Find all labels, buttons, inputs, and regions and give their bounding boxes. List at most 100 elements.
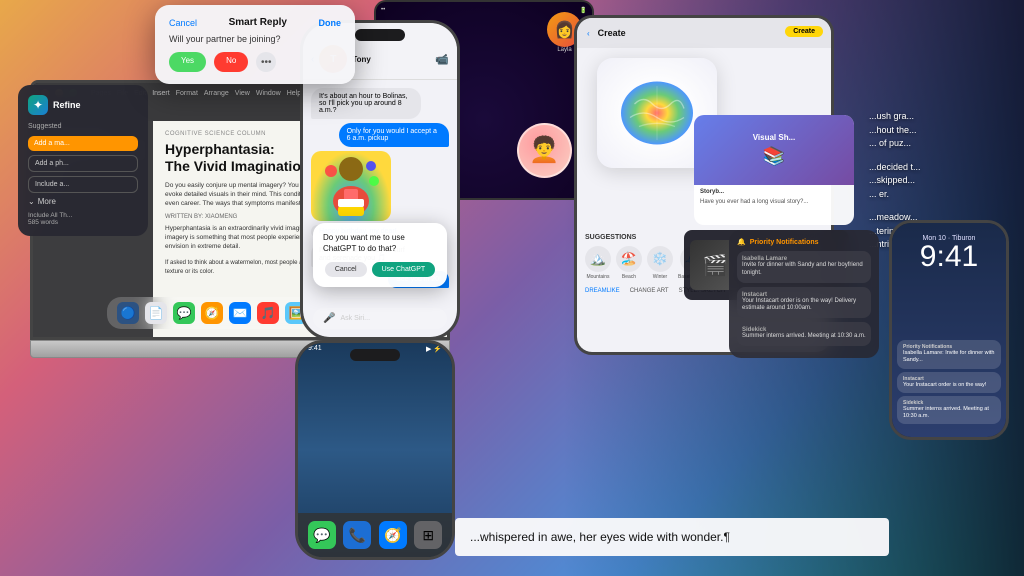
outgoing-msg-1: Only for you would I accept a 6 a.m. pic… [339, 123, 449, 147]
chevron-down-icon: ⌄ [28, 197, 35, 206]
chatgpt-buttons: Cancel Use ChatGPT [323, 262, 437, 277]
dock-icon-safari[interactable]: 🧭 [201, 302, 223, 324]
siri-text: Ask Siri... [340, 315, 370, 322]
lock-notif-3: Sidekick Summer interns arrived. Meeting… [897, 396, 1001, 424]
lock-screen-content: Mon 10 · Tiburon 9:41 Priority Notificat… [892, 223, 1006, 437]
right-text-5: ...skipped... [869, 174, 1014, 188]
siri-bar[interactable]: 🎤 Ask Siri... [313, 308, 447, 329]
beach-icon: 🏖️ [616, 246, 642, 272]
bell-icon: 🔔 [737, 238, 746, 246]
status-time: 9:41 [308, 345, 322, 353]
right-text-1: ...ush gra... [869, 110, 1014, 124]
right-text-4: ...decided t... [869, 161, 1014, 175]
smart-reply-more-btn[interactable]: ••• [256, 52, 276, 72]
visual-story-panel: Visual Sh... 📚 Storyb... Have you ever h… [694, 115, 854, 225]
dock-messages[interactable]: 💬 [308, 521, 336, 549]
iphone-home-screen: 9:41 ▶ ⚡ MON 10 9:41 📹 FaceTime 📅 Calend… [298, 343, 452, 557]
mountains-label: Mountains [586, 274, 609, 280]
dock-safari[interactable]: 🧭 [379, 521, 407, 549]
priority-notif-label: Priority Notifications [750, 239, 819, 246]
lock-notifications: Priority Notifications Isabella Lamare: … [897, 340, 1001, 427]
add-photo-btn[interactable]: Add a ph... [28, 155, 138, 172]
smart-reply-done-btn[interactable]: Done [319, 18, 342, 28]
ipad-back-icon[interactable]: ‹ [587, 29, 590, 38]
notif-text-3: Summer interns arrived. Meeting at 10:30… [742, 333, 866, 341]
bottom-text-passage: ...whispered in awe, her eyes wide with … [455, 518, 889, 556]
menu-window[interactable]: Window [256, 90, 281, 97]
birthday-illustration [311, 151, 391, 221]
smart-reply-yes-btn[interactable]: Yes [169, 52, 206, 72]
notifications-panel: 🔔 Priority Notifications Isabella Lamare… [729, 230, 879, 358]
create-button[interactable]: Create [785, 26, 823, 37]
contact-name: Tony [352, 55, 371, 64]
iphone-lock-screen: Mon 10 · Tiburon 9:41 Priority Notificat… [889, 220, 1009, 440]
menu-insert[interactable]: Insert [152, 90, 170, 97]
chatgpt-cancel-btn[interactable]: Cancel [325, 262, 367, 277]
refine-logo-text: Refine [53, 100, 81, 110]
video-call-icon[interactable]: 📹 [435, 53, 449, 66]
chatgpt-use-btn[interactable]: Use ChatGPT [372, 262, 436, 277]
3d-avatar: 🧑‍🦱 [517, 123, 572, 178]
lock-notif-text-3: Summer interns arrived. Meeting at 10:30… [903, 406, 995, 420]
visual-story-image: Visual Sh... 📚 [694, 115, 854, 185]
notif-item-3: Sidekick Summer interns arrived. Meeting… [737, 322, 871, 346]
right-text-3: ... of puz... [869, 137, 1014, 151]
contact-info: Tony [352, 55, 371, 64]
visual-story-label: Visual Sh... [753, 133, 796, 142]
story-title-label: Storyb... [700, 189, 848, 197]
dock-icon-music[interactable]: 🎵 [257, 302, 279, 324]
suggested-label: Suggested [28, 123, 138, 130]
birthday-image [311, 151, 391, 221]
iphone-dock: 💬 📞 🧭 ⊞ [298, 513, 452, 557]
iphone-home: 9:41 ▶ ⚡ MON 10 9:41 📹 FaceTime 📅 Calend… [295, 340, 455, 560]
notifications-header: 🔔 Priority Notifications [737, 238, 871, 246]
more-label: More [38, 197, 56, 206]
smart-reply-cancel-btn[interactable]: Cancel [169, 18, 197, 28]
smart-reply-title: Smart Reply [229, 17, 287, 28]
add-material-btn[interactable]: Add a ma... [28, 136, 138, 151]
chatgpt-question: Do you want me to use ChatGPT to do that… [323, 233, 437, 254]
include-btn[interactable]: Include a... [28, 176, 138, 193]
siri-icon: 🎤 [323, 313, 335, 324]
refine-panel: ✦ Refine Suggested Add a ma... Add a ph.… [18, 85, 148, 236]
more-button[interactable]: ⌄ More [28, 197, 138, 206]
chip-mountains[interactable]: 🏔️ Mountains [585, 246, 611, 280]
visual-story-description: Storyb... Have you ever had a long visua… [694, 185, 854, 211]
change-art-option[interactable]: CHANGE ART [630, 288, 669, 294]
dock-icon-pages[interactable]: 📄 [145, 302, 167, 324]
story-icon: 📚 [753, 146, 796, 167]
smart-reply-no-btn[interactable]: No [214, 52, 248, 72]
dock-icon-finder[interactable]: 🔵 [117, 302, 139, 324]
chip-beach[interactable]: 🏖️ Beach [616, 246, 642, 280]
ipad-title: Create [598, 28, 626, 38]
smart-reply-header: Cancel Smart Reply Done [169, 17, 341, 28]
dreamlike-option[interactable]: DREAMLIKE [585, 288, 620, 294]
devices-container: Pages File Edit Insert Format Arrange Vi… [0, 0, 1024, 576]
lock-notif-1: Priority Notifications Isabella Lamare: … [897, 340, 1001, 368]
lock-time: 9:41 [892, 242, 1006, 272]
menu-arrange[interactable]: Arrange [204, 90, 229, 97]
smart-reply-options: Yes No ••• [169, 52, 341, 72]
menu-help[interactable]: Help [287, 90, 301, 97]
lock-notif-2: Instacart Your Instacart order is on the… [897, 372, 1001, 393]
dock-phone[interactable]: 📞 [343, 521, 371, 549]
passage-text: ...whispered in awe, her eyes wide with … [470, 530, 730, 544]
dock-icon-messages[interactable]: 💬 [173, 302, 195, 324]
notif-text-2: Your Instacart order is on the way! Deli… [742, 298, 866, 314]
dock-apps[interactable]: ⊞ [414, 521, 442, 549]
smart-reply-question: Will your partner be joining? [169, 34, 341, 44]
openai-icon: ✦ [28, 95, 48, 115]
menu-view[interactable]: View [235, 90, 250, 97]
smart-reply-panel: Cancel Smart Reply Done Will your partne… [155, 5, 355, 84]
notif-text-1: Invite for dinner with Sandy and her boy… [742, 262, 866, 278]
menu-format[interactable]: Format [176, 90, 198, 97]
notif-item-2: Instacart Your Instacart order is on the… [737, 287, 871, 319]
notif-item-1: Isabella Lamare Invite for dinner with S… [737, 251, 871, 283]
dock-icon-mail[interactable]: ✉️ [229, 302, 251, 324]
chip-winter[interactable]: ❄️ Winter [647, 246, 673, 280]
incoming-msg-1: It's about an hour to Bolinas, so I'll p… [311, 88, 421, 119]
lock-notif-text-1: Isabella Lamare: Invite for dinner with … [903, 350, 995, 364]
birthday-svg [316, 151, 386, 221]
home-notch [350, 349, 400, 361]
dark-status-right: 🔋 [580, 7, 587, 14]
